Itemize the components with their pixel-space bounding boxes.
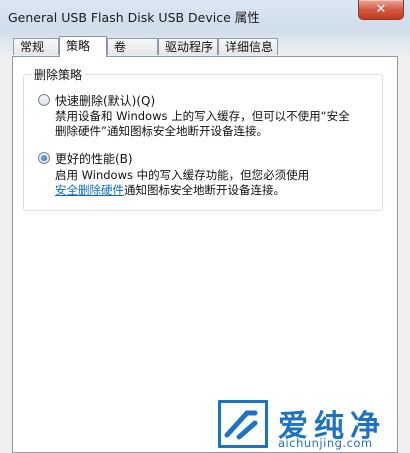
group-label: 删除策略	[31, 66, 86, 83]
tab-details[interactable]: 详细信息	[218, 38, 278, 55]
radio-selected-dot	[41, 155, 47, 161]
quick-removal-label[interactable]: 快速删除(默认)(Q)	[55, 92, 155, 109]
tab-panel: 删除策略 快速删除(默认)(Q) 禁用设备和 Windows 上的写入缓存，但可…	[12, 56, 398, 453]
better-performance-description-2: 安全删除硬件通知图标安全地断开设备连接。	[55, 183, 285, 198]
better-performance-radio[interactable]	[38, 152, 50, 164]
better-performance-description-2-rest: 通知图标安全地断开设备连接。	[124, 183, 285, 197]
tab-general[interactable]: 常规	[13, 38, 59, 55]
watermark: 爱纯净 aichunjing.com	[218, 400, 410, 453]
properties-window: General USB Flash Disk USB Device 属性 ✕ 常…	[0, 0, 410, 453]
quick-removal-radio[interactable]	[38, 94, 50, 106]
safely-remove-hardware-link[interactable]: 安全删除硬件	[55, 183, 124, 197]
better-performance-description-1: 启用 Windows 中的写入缓存功能，但您必须使用	[55, 168, 310, 182]
removal-policy-group: 删除策略 快速删除(默认)(Q) 禁用设备和 Windows 上的写入缓存，但可…	[23, 66, 383, 211]
quick-removal-description-2: 删除硬件”通知图标安全地断开设备连接。	[55, 124, 268, 138]
quick-removal-description-1: 禁用设备和 Windows 上的写入缓存，但可以不使用“安全	[55, 109, 350, 123]
window-title: General USB Flash Disk USB Device 属性	[8, 10, 260, 25]
tab-policies[interactable]: 策略	[59, 36, 107, 57]
close-icon: ✕	[375, 2, 387, 17]
watermark-logo-icon	[218, 400, 268, 448]
tab-volumes[interactable]: 卷	[107, 38, 158, 55]
watermark-url: aichunjing.com	[278, 436, 373, 450]
better-performance-label[interactable]: 更好的性能(B)	[55, 150, 133, 167]
close-button[interactable]: ✕	[358, 0, 404, 20]
title-bar: General USB Flash Disk USB Device 属性 ✕	[0, 0, 410, 30]
tab-driver[interactable]: 驱动程序	[158, 38, 218, 55]
